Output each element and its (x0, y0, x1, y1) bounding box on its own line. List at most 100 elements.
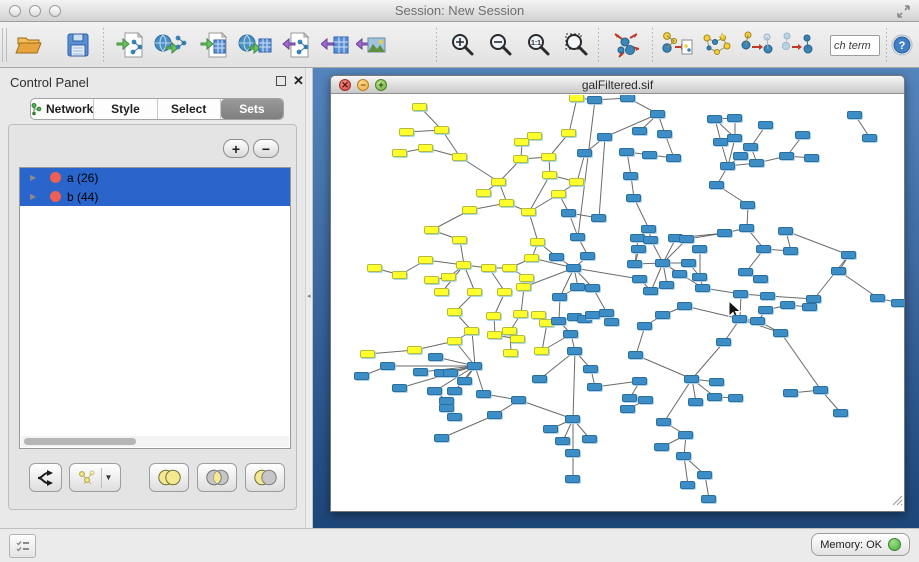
zoom-actual-size-button[interactable]: 1:1 (520, 26, 558, 64)
graph-node-blue[interactable] (778, 227, 793, 235)
graph-node-blue[interactable] (678, 431, 693, 439)
graph-node-yellow[interactable] (464, 327, 479, 335)
graph-node-blue[interactable] (620, 405, 635, 413)
graph-node-blue[interactable] (847, 111, 862, 119)
graph-node-blue[interactable] (656, 418, 671, 426)
graph-node-blue[interactable] (732, 315, 747, 323)
graph-node-blue[interactable] (434, 434, 449, 442)
save-session-button[interactable] (59, 26, 97, 64)
graph-node-blue[interactable] (802, 303, 817, 311)
graph-node-blue[interactable] (580, 252, 595, 260)
horizontal-scrollbar[interactable] (21, 436, 289, 447)
zoom-in-button[interactable] (444, 26, 482, 64)
search-field[interactable] (830, 35, 880, 56)
graph-node-blue[interactable] (619, 148, 634, 156)
graph-node-blue[interactable] (680, 481, 695, 489)
graph-node-blue[interactable] (467, 362, 482, 370)
graph-node-blue[interactable] (447, 387, 462, 395)
graph-node-yellow[interactable] (486, 312, 501, 320)
graph-node-yellow[interactable] (399, 128, 414, 136)
graph-node-blue[interactable] (684, 375, 699, 383)
graph-node-yellow[interactable] (499, 199, 514, 207)
graph-node-yellow[interactable] (452, 153, 467, 161)
graph-node-blue[interactable] (750, 317, 765, 325)
graph-node-yellow[interactable] (418, 256, 433, 264)
graph-node-yellow[interactable] (531, 311, 546, 319)
graph-node-blue[interactable] (457, 377, 472, 385)
graph-node-blue[interactable] (626, 194, 641, 202)
graph-node-blue[interactable] (655, 311, 670, 319)
graph-node-blue[interactable] (716, 338, 731, 346)
graph-node-blue[interactable] (758, 121, 773, 129)
graph-node-yellow[interactable] (514, 138, 529, 146)
graph-node-yellow[interactable] (527, 132, 542, 140)
export-table-button[interactable] (316, 26, 354, 64)
graph-node-yellow[interactable] (542, 171, 557, 179)
graph-node-yellow[interactable] (530, 238, 545, 246)
layout-set-button[interactable]: ▼ (69, 463, 121, 492)
graph-node-yellow[interactable] (392, 271, 407, 279)
graph-node-blue[interactable] (666, 154, 681, 162)
graph-node-blue[interactable] (555, 437, 570, 445)
graph-node-yellow[interactable] (467, 288, 482, 296)
graph-node-yellow[interactable] (510, 335, 525, 343)
expander-icon[interactable]: ▶ (30, 192, 40, 201)
graph-node-blue[interactable] (717, 229, 732, 237)
graph-node-blue[interactable] (549, 253, 564, 261)
graph-node-blue[interactable] (583, 365, 598, 373)
fullscreen-icon[interactable] (896, 4, 911, 19)
select-first-neighbors-button[interactable] (698, 26, 736, 64)
graph-node-blue[interactable] (627, 260, 642, 268)
graph-node-blue[interactable] (780, 301, 795, 309)
graph-node-yellow[interactable] (503, 349, 518, 357)
graph-node-blue[interactable] (632, 127, 647, 135)
graph-node-blue[interactable] (688, 398, 703, 406)
splitter-collapse-icon[interactable]: ◂ (307, 292, 311, 301)
graph-node-blue[interactable] (642, 151, 657, 159)
graph-node-blue[interactable] (565, 475, 580, 483)
graph-node-blue[interactable] (587, 383, 602, 391)
graph-node-blue[interactable] (707, 115, 722, 123)
graph-node-blue[interactable] (582, 435, 597, 443)
graph-node-yellow[interactable] (502, 327, 517, 335)
graph-node-blue[interactable] (632, 275, 647, 283)
graph-node-blue[interactable] (380, 362, 395, 370)
graph-node-blue[interactable] (565, 415, 580, 423)
graph-node-yellow[interactable] (447, 337, 462, 345)
graph-node-blue[interactable] (733, 290, 748, 298)
difference-sets-button[interactable] (245, 463, 285, 492)
graph-node-blue[interactable] (631, 245, 646, 253)
graph-node-yellow[interactable] (541, 153, 556, 161)
graph-node-blue[interactable] (443, 369, 458, 377)
panel-splitter[interactable]: ◂ (305, 68, 313, 528)
graph-node-blue[interactable] (697, 471, 712, 479)
graph-node-blue[interactable] (720, 162, 735, 170)
graph-node-blue[interactable] (753, 275, 768, 283)
graph-node-yellow[interactable] (481, 264, 496, 272)
graph-node-blue[interactable] (532, 375, 547, 383)
graph-node-yellow[interactable] (516, 283, 531, 291)
graph-node-blue[interactable] (570, 283, 585, 291)
close-panel-icon[interactable]: ✕ (293, 73, 304, 89)
graph-node-blue[interactable] (604, 318, 619, 326)
graph-node-yellow[interactable] (441, 273, 456, 281)
graph-node-blue[interactable] (692, 245, 707, 253)
graph-node-yellow[interactable] (513, 310, 528, 318)
graph-node-blue[interactable] (597, 133, 612, 141)
graph-node-blue[interactable] (783, 247, 798, 255)
zoom-out-button[interactable] (482, 26, 520, 64)
graph-node-blue[interactable] (804, 154, 819, 162)
graph-node-yellow[interactable] (497, 288, 512, 296)
graph-node-blue[interactable] (585, 311, 600, 319)
graph-node-yellow[interactable] (519, 274, 534, 282)
intersect-sets-button[interactable] (197, 463, 237, 492)
graph-node-blue[interactable] (679, 235, 694, 243)
set-list-item[interactable]: ▶a (26) (20, 168, 290, 187)
graph-node-blue[interactable] (806, 295, 821, 303)
resize-grip-icon[interactable] (889, 492, 903, 506)
graph-node-blue[interactable] (622, 394, 637, 402)
graph-node-blue[interactable] (709, 378, 724, 386)
graph-node-blue[interactable] (511, 396, 526, 404)
graph-node-blue[interactable] (709, 181, 724, 189)
graph-node-blue[interactable] (701, 495, 716, 503)
